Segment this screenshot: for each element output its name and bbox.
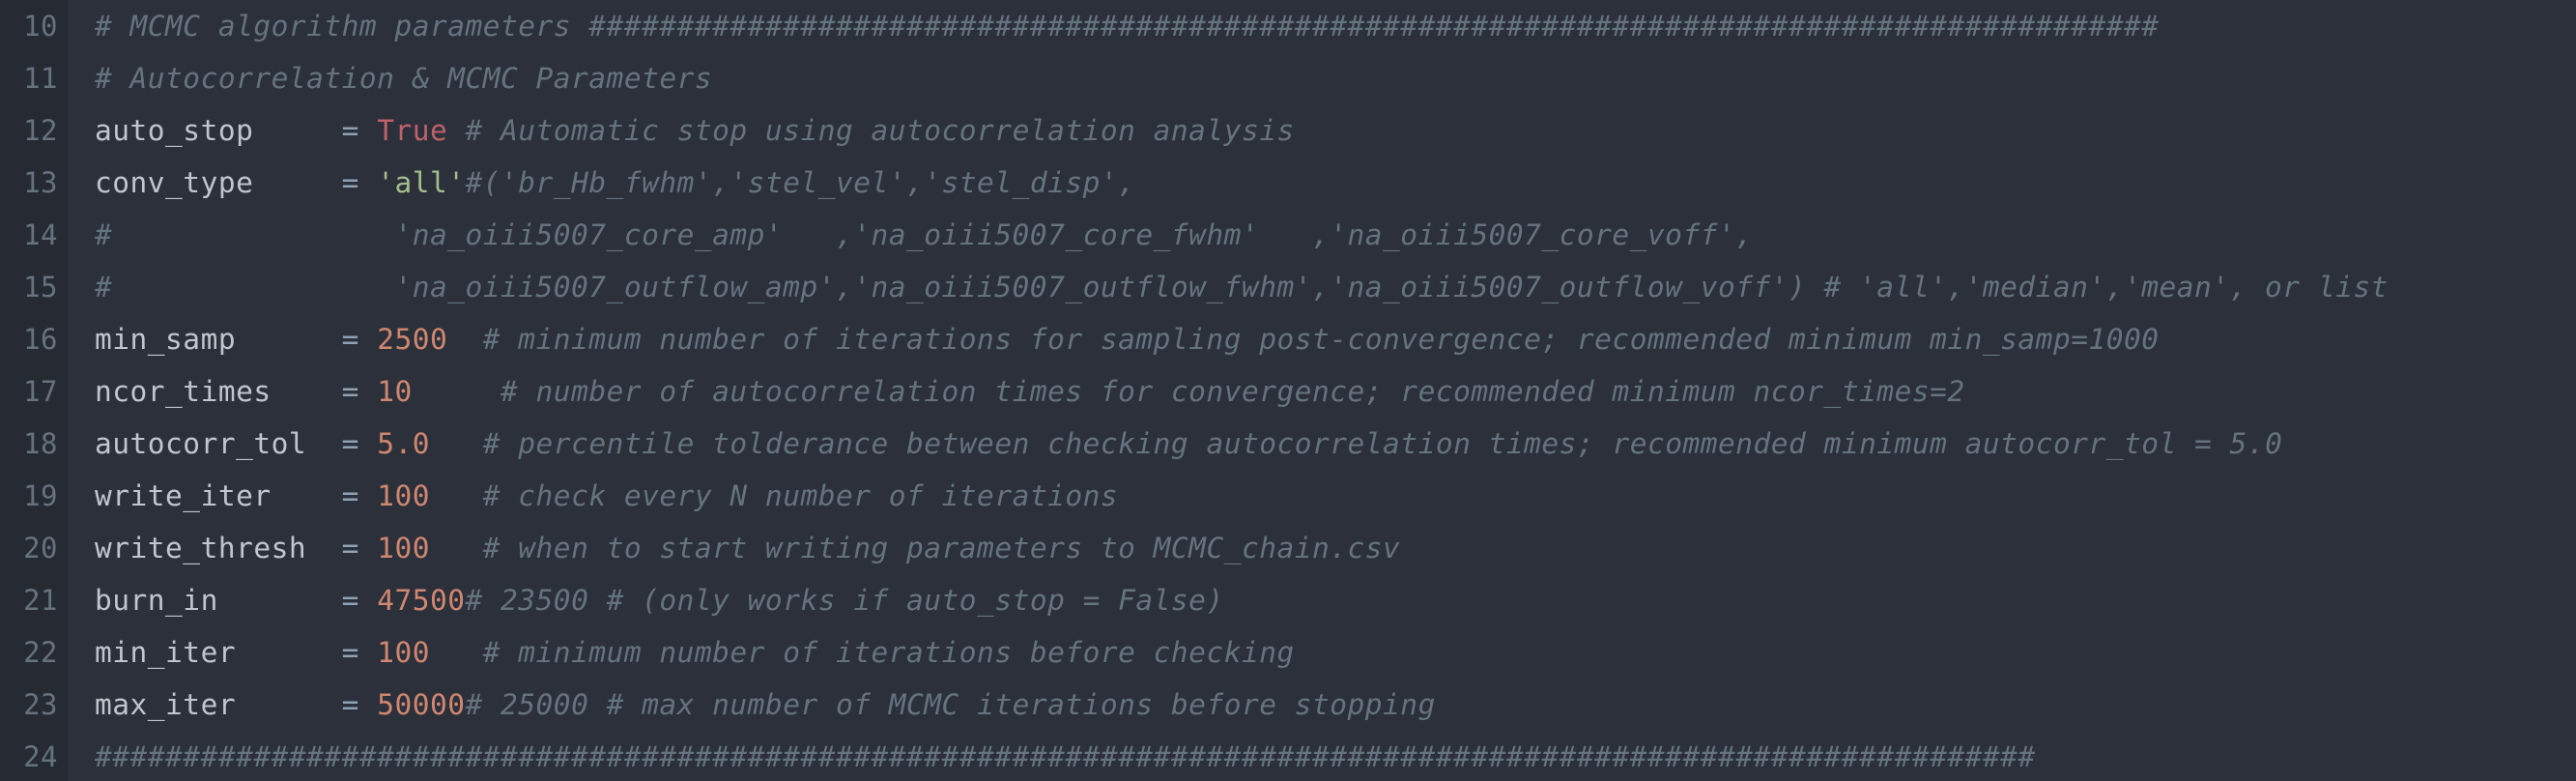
operator-token: = — [341, 479, 378, 512]
comment-token: # check every N number of iterations — [429, 479, 1119, 512]
comment-token: # Automatic stop using autocorrelation a… — [447, 114, 1295, 147]
line-code[interactable]: # MCMC algorithm parameters ############… — [95, 0, 2159, 52]
line-number: 15 — [23, 271, 58, 304]
operator-token: = — [341, 166, 378, 199]
operator-token: = — [341, 375, 378, 408]
comment-token: # minimum number of iterations for sampl… — [447, 323, 2160, 356]
line-number: 16 — [23, 323, 58, 356]
identifier-token: min_samp — [95, 323, 342, 356]
line-code[interactable]: burn_in = 47500# 23500 # (only works if … — [95, 574, 1224, 626]
number-token: 10 — [377, 375, 413, 408]
line-number: 18 — [23, 427, 58, 460]
identifier-token: ncor_times — [95, 375, 342, 408]
line-code[interactable]: # 'na_oiii5007_core_amp' ,'na_oiii5007_c… — [95, 209, 1754, 261]
line-number: 21 — [23, 584, 58, 617]
line-code[interactable]: auto_stop = True # Automatic stop using … — [95, 104, 1295, 157]
number-token: 100 — [377, 532, 430, 564]
comment-token: # percentile tolderance between checking… — [429, 427, 2283, 460]
line-code[interactable]: # 'na_oiii5007_outflow_amp','na_oiii5007… — [95, 261, 2389, 313]
code-editor[interactable]: 10 # MCMC algorithm parameters ##########… — [0, 0, 2576, 781]
comment-token: # MCMC algorithm parameters ############… — [95, 10, 2160, 43]
operator-token: = — [341, 584, 378, 617]
line-number: 10 — [23, 10, 58, 43]
line-number: 19 — [23, 479, 58, 512]
identifier-token: conv_type — [95, 166, 342, 199]
line-number: 13 — [23, 166, 58, 199]
line-code[interactable]: max_iter = 50000# 25000 # max number of … — [95, 679, 1436, 731]
number-token: 47500 — [377, 584, 466, 617]
line-code[interactable]: ########################################… — [95, 731, 2036, 781]
comment-token: # 'na_oiii5007_outflow_amp','na_oiii5007… — [95, 271, 2389, 304]
line-code[interactable]: autocorr_tol = 5.0 # percentile tolderan… — [95, 418, 2282, 470]
comment-token: # when to start writing parameters to MC… — [429, 532, 1401, 564]
line-code[interactable]: ncor_times = 10 # number of autocorrelat… — [95, 365, 1965, 418]
line-number: 22 — [23, 636, 58, 669]
comment-token: # Autocorrelation & MCMC Parameters — [95, 62, 713, 95]
comment-token: #('br_Hb_fwhm','stel_vel','stel_disp', — [465, 166, 1136, 199]
line-code[interactable]: # Autocorrelation & MCMC Parameters — [95, 52, 712, 104]
identifier-token: max_iter — [95, 688, 342, 721]
line-code[interactable]: write_thresh = 100 # when to start writi… — [95, 522, 1400, 574]
number-token: 2500 — [377, 323, 448, 356]
comment-token: # minimum number of iterations before ch… — [429, 636, 1295, 669]
operator-token: = — [341, 636, 378, 669]
boolean-token: True — [377, 114, 448, 147]
number-token: 100 — [377, 479, 430, 512]
identifier-token: min_iter — [95, 636, 342, 669]
line-number: 20 — [23, 532, 58, 564]
comment-token: ########################################… — [95, 740, 2036, 773]
line-code[interactable]: min_iter = 100 # minimum number of itera… — [95, 626, 1295, 679]
line-number: 23 — [23, 688, 58, 721]
operator-token: = — [341, 532, 378, 564]
line-code[interactable]: write_iter = 100 # check every N number … — [95, 470, 1118, 522]
line-number: 11 — [23, 62, 58, 95]
comment-token: # 'na_oiii5007_core_amp' ,'na_oiii5007_c… — [95, 218, 1754, 251]
identifier-token: auto_stop — [95, 114, 342, 147]
line-number: 24 — [23, 740, 58, 773]
line-number: 17 — [23, 375, 58, 408]
line-code[interactable]: min_samp = 2500 # minimum number of iter… — [95, 313, 2160, 365]
operator-token: = — [341, 427, 378, 460]
line-number: 14 — [23, 218, 58, 251]
identifier-token: write_thresh — [95, 532, 342, 564]
number-token: 50000 — [377, 688, 466, 721]
operator-token: = — [341, 688, 378, 721]
line-number: 12 — [23, 114, 58, 147]
string-token: 'all' — [377, 166, 466, 199]
comment-token: # number of autocorrelation times for co… — [412, 375, 1965, 408]
identifier-token: autocorr_tol — [95, 427, 342, 460]
comment-token: # 23500 # (only works if auto_stop = Fal… — [465, 584, 1224, 617]
identifier-token: burn_in — [95, 584, 342, 617]
operator-token: = — [341, 114, 378, 147]
line-code[interactable]: conv_type = 'all'#('br_Hb_fwhm','stel_ve… — [95, 157, 1135, 209]
number-token: 5.0 — [377, 427, 430, 460]
operator-token: = — [341, 323, 378, 356]
comment-token: # 25000 # max number of MCMC iterations … — [465, 688, 1436, 721]
number-token: 100 — [377, 636, 430, 669]
identifier-token: write_iter — [95, 479, 342, 512]
